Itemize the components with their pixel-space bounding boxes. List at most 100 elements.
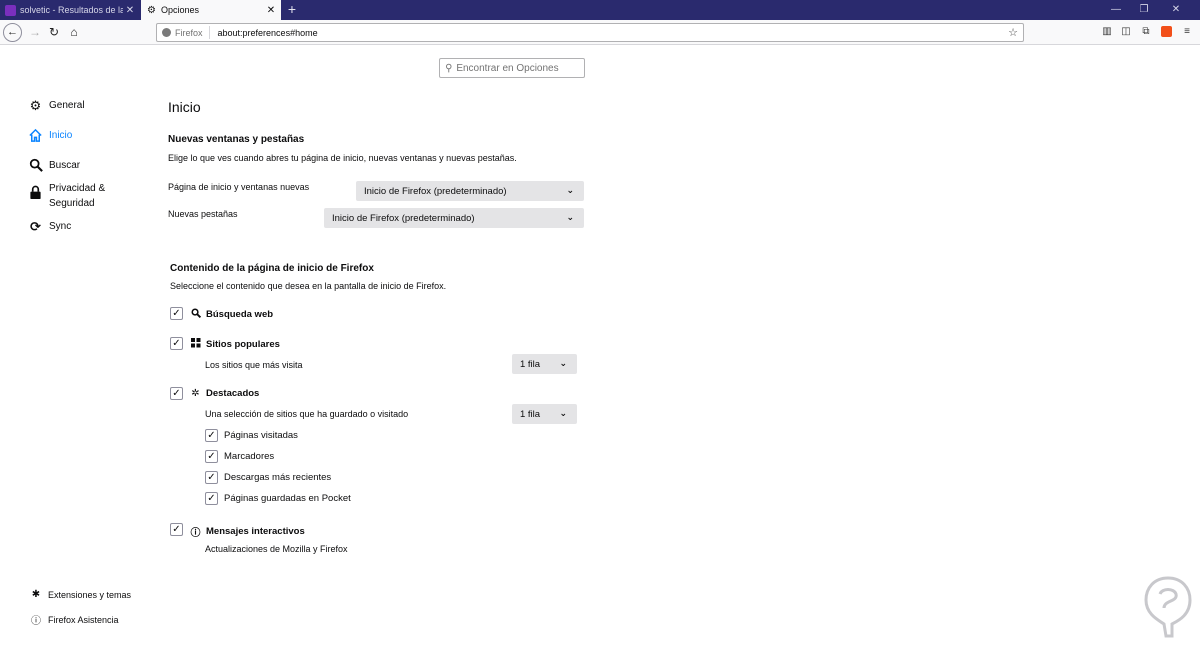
top-sites-label: Sitios populares bbox=[206, 339, 280, 350]
highlights-option[interactable]: ✲ Destacados bbox=[190, 388, 259, 399]
chevron-down-icon: ⌄ bbox=[566, 212, 574, 222]
bookmarks-label[interactable]: Marcadores bbox=[224, 451, 274, 462]
sidebar-item-sync[interactable]: ⟳ Sync bbox=[28, 219, 71, 234]
watermark-logo bbox=[1144, 576, 1192, 638]
web-search-option[interactable]: Búsqueda web bbox=[190, 308, 273, 321]
top-sites-checkbox[interactable]: ✓ bbox=[170, 337, 183, 350]
library-icon[interactable]: ▥ bbox=[1098, 22, 1116, 42]
sidebar-item-label: Sync bbox=[49, 221, 72, 232]
sidebar-item-label: Privacidad & Seguridad bbox=[49, 183, 106, 209]
sidebar-item-buscar[interactable]: Buscar bbox=[28, 158, 80, 173]
close-icon[interactable]: ✕ bbox=[123, 5, 137, 16]
reload-button[interactable]: ↻ bbox=[44, 22, 64, 42]
lock-icon bbox=[28, 185, 43, 200]
visited-pages-label[interactable]: Páginas visitadas bbox=[224, 430, 298, 441]
chevron-down-icon: ⌄ bbox=[559, 358, 567, 368]
nav-bar: ← → ↻ ⌂ Firefox about:preferences#home ☆… bbox=[0, 20, 1200, 45]
top-sites-sub-label: Los sitios que más visita bbox=[205, 360, 303, 370]
snippets-option[interactable]: ⓘ Mensajes interactivos bbox=[190, 524, 305, 539]
newtabs-label: Nuevas pestañas bbox=[168, 209, 238, 219]
windows-section-heading: Nuevas ventanas y pestañas bbox=[168, 134, 305, 145]
tab-title: solvetic - Resultados de la búsq bbox=[20, 5, 123, 15]
content-section-heading: Contenido de la página de inicio de Fire… bbox=[170, 263, 374, 274]
support-label: Firefox Asistencia bbox=[48, 614, 119, 625]
save-to-pocket-icon[interactable] bbox=[1157, 22, 1175, 42]
downloads-checkbox[interactable]: ✓ bbox=[205, 471, 218, 484]
home-button[interactable]: ⌂ bbox=[64, 22, 84, 42]
downloads-label[interactable]: Descargas más recientes bbox=[224, 472, 331, 483]
close-icon[interactable]: ✕ bbox=[264, 5, 278, 16]
extensions-link[interactable]: ✱ Extensiones y temas bbox=[30, 589, 131, 600]
tab-opciones[interactable]: ⚙ Opciones ✕ bbox=[141, 0, 281, 20]
top-sites-rows-value: 1 fila bbox=[520, 358, 541, 370]
highlights-label: Destacados bbox=[206, 388, 260, 399]
homepage-label: Página de inicio y ventanas nuevas bbox=[168, 182, 310, 192]
solvetic-favicon bbox=[5, 4, 16, 16]
info-icon: ⓘ bbox=[190, 528, 201, 539]
help-icon: ⓘ bbox=[31, 616, 41, 627]
new-tab-button[interactable]: + bbox=[284, 0, 300, 20]
gear-icon: ⚙ bbox=[147, 4, 156, 16]
tab-solvetic[interactable]: solvetic - Resultados de la búsq ✕ bbox=[0, 0, 140, 20]
identity-box[interactable]: Firefox bbox=[157, 26, 210, 39]
web-search-label: Búsqueda web bbox=[206, 309, 274, 320]
bookmark-star-icon[interactable]: ☆ bbox=[1003, 26, 1023, 39]
identity-label: Firefox bbox=[175, 27, 203, 38]
support-link[interactable]: ⓘ Firefox Asistencia bbox=[30, 612, 119, 628]
url-bar[interactable]: Firefox about:preferences#home ☆ bbox=[156, 23, 1024, 42]
top-sites-rows-select[interactable]: 1 fila ⌄ bbox=[512, 354, 577, 374]
sync-icon: ⟳ bbox=[30, 219, 41, 234]
highlights-rows-value: 1 fila bbox=[520, 408, 541, 420]
sidebar-item-label: Buscar bbox=[49, 160, 81, 171]
web-search-checkbox[interactable]: ✓ bbox=[170, 307, 183, 320]
newtabs-select[interactable]: Inicio de Firefox (predeterminado) ⌄ bbox=[324, 208, 584, 228]
back-button[interactable]: ← bbox=[3, 23, 22, 42]
search-icon bbox=[28, 158, 43, 173]
windows-section-description: Elige lo que ves cuando abres tu página … bbox=[168, 153, 517, 163]
snippets-sub-label: Actualizaciones de Mozilla y Firefox bbox=[205, 544, 348, 554]
sidebar-item-label: Inicio bbox=[49, 130, 73, 141]
search-icon bbox=[190, 308, 201, 321]
search-placeholder: Encontrar en Opciones bbox=[456, 62, 559, 74]
sidebar-toggle-icon[interactable]: ◫ bbox=[1117, 22, 1135, 42]
highlights-checkbox[interactable]: ✓ bbox=[170, 387, 183, 400]
tab-title: Opciones bbox=[161, 5, 200, 15]
menu-icon[interactable]: ≡ bbox=[1178, 22, 1196, 42]
page-title: Inicio bbox=[168, 99, 201, 115]
pocket-checkbox[interactable]: ✓ bbox=[205, 492, 218, 505]
screenshot-icon[interactable]: ⧉ bbox=[1137, 22, 1155, 42]
restore-button[interactable]: ❐ bbox=[1130, 0, 1158, 20]
search-icon: ⚲ bbox=[445, 62, 453, 74]
forward-button[interactable]: → bbox=[25, 22, 45, 42]
gear-icon: ⚙ bbox=[29, 98, 42, 113]
home-icon bbox=[28, 128, 43, 143]
highlights-sub-label: Una selección de sitios que ha guardado … bbox=[205, 409, 409, 419]
url-text[interactable]: about:preferences#home bbox=[210, 28, 1003, 38]
grid-icon bbox=[190, 338, 201, 351]
snippets-checkbox[interactable]: ✓ bbox=[170, 523, 183, 536]
bookmarks-checkbox[interactable]: ✓ bbox=[205, 450, 218, 463]
chevron-down-icon: ⌄ bbox=[566, 185, 574, 195]
search-input[interactable]: ⚲ Encontrar en Opciones bbox=[439, 58, 585, 78]
sidebar-item-privacidad[interactable]: Privacidad & Seguridad bbox=[28, 181, 129, 211]
highlights-sparkle-icon: ✲ bbox=[191, 388, 200, 399]
homepage-select[interactable]: Inicio de Firefox (predeterminado) ⌄ bbox=[356, 181, 584, 201]
visited-pages-checkbox[interactable]: ✓ bbox=[205, 429, 218, 442]
snippets-label: Mensajes interactivos bbox=[206, 526, 305, 537]
sidebar-item-inicio[interactable]: Inicio bbox=[28, 128, 72, 143]
minimize-button[interactable]: — bbox=[1102, 0, 1130, 20]
sidebar-item-general[interactable]: ⚙ General bbox=[28, 98, 85, 113]
firefox-icon bbox=[162, 28, 171, 37]
pocket-label[interactable]: Páginas guardadas en Pocket bbox=[224, 493, 351, 504]
window-close-button[interactable]: ✕ bbox=[1162, 0, 1190, 20]
sidebar-item-label: General bbox=[49, 100, 85, 111]
newtabs-select-value: Inicio de Firefox (predeterminado) bbox=[332, 212, 475, 224]
highlights-rows-select[interactable]: 1 fila ⌄ bbox=[512, 404, 577, 424]
top-sites-option[interactable]: Sitios populares bbox=[190, 338, 280, 351]
tab-bar: solvetic - Resultados de la búsq ✕ ⚙ Opc… bbox=[0, 0, 1200, 20]
content-section-description: Seleccione el contenido que desea en la … bbox=[170, 281, 447, 291]
puzzle-icon: ✱ bbox=[31, 589, 41, 600]
extensions-label: Extensiones y temas bbox=[48, 589, 132, 600]
homepage-select-value: Inicio de Firefox (predeterminado) bbox=[364, 185, 507, 197]
chevron-down-icon: ⌄ bbox=[559, 408, 567, 418]
